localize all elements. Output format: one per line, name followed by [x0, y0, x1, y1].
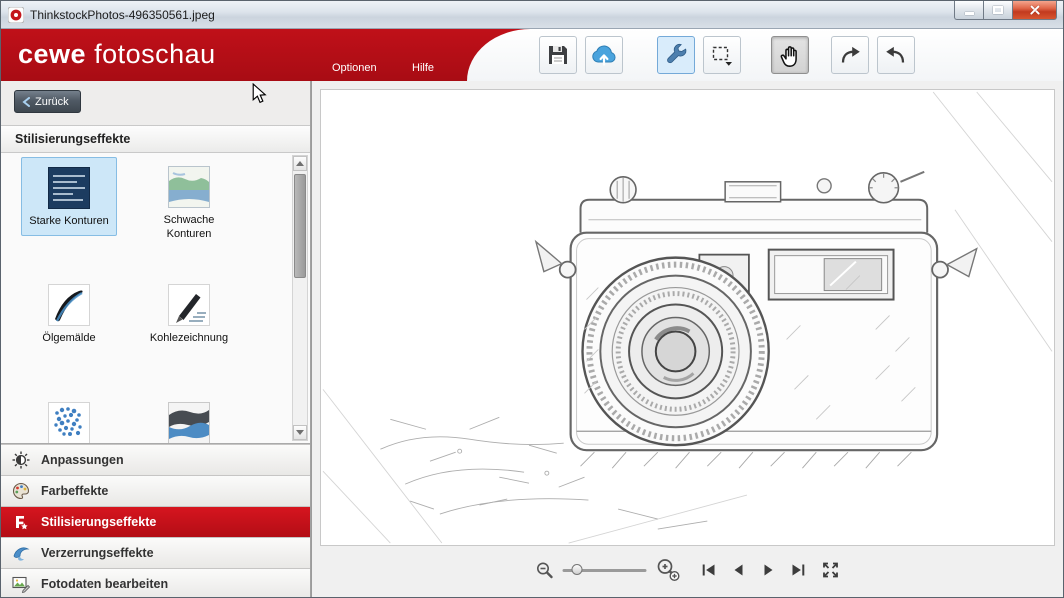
photo-sketch	[321, 90, 1054, 545]
close-icon	[1028, 4, 1041, 17]
window-title: ThinkstockPhotos-496350561.jpeg	[30, 8, 215, 22]
next-image-button[interactable]	[758, 560, 778, 580]
back-label: Zurück	[35, 96, 69, 108]
effect-label: Ölgemälde	[21, 332, 117, 352]
first-image-button[interactable]	[698, 560, 718, 580]
effect-tile-pointillism[interactable]	[21, 393, 117, 444]
category-label: Stilisierungseffekte	[41, 515, 156, 529]
selection-rectangle-icon	[710, 43, 734, 67]
wrench-icon	[664, 43, 688, 67]
category-label: Verzerrungseffekte	[41, 546, 154, 560]
tools-button[interactable]	[657, 36, 695, 74]
minimize-icon	[965, 12, 974, 15]
effect-tile-schwache-konturen[interactable]: Schwache Konturen	[141, 157, 237, 248]
wave-effect-icon	[167, 401, 211, 444]
viewer-controls	[533, 555, 842, 584]
cloud-upload-button[interactable]	[585, 36, 623, 74]
category-anpassungen[interactable]: Anpassungen	[1, 444, 310, 475]
menu-optionen[interactable]: Optionen	[332, 62, 377, 74]
redo-button[interactable]	[831, 36, 869, 74]
category-fotodaten-bearbeiten[interactable]: Fotodaten bearbeiten	[1, 568, 310, 598]
app-icon	[8, 7, 24, 23]
zoom-in-button[interactable]	[653, 555, 682, 584]
palette-icon	[10, 480, 32, 502]
curved-arrow-right-icon	[838, 43, 862, 67]
floppy-disk-icon	[546, 43, 570, 67]
scrollbar-down-arrow[interactable]	[293, 425, 307, 440]
effect-tile-wave[interactable]	[141, 393, 237, 444]
category-verzerrungseffekte[interactable]: Verzerrungseffekte	[1, 537, 310, 568]
fx-star-icon	[10, 511, 32, 533]
cloud-upload-icon	[591, 43, 617, 67]
weak-contours-effect-icon	[167, 165, 211, 209]
fullscreen-icon	[820, 560, 840, 580]
maximize-button[interactable]	[983, 1, 1012, 20]
maximize-icon	[993, 6, 1003, 14]
pointillism-effect-icon	[47, 401, 91, 444]
effect-label: Kohlezeichnung	[141, 332, 237, 352]
zoom-in-icon	[655, 557, 680, 582]
undo-button[interactable]	[877, 36, 915, 74]
fullscreen-button[interactable]	[818, 558, 842, 582]
effect-tile-oelgemaelde[interactable]: Ölgemälde	[21, 275, 117, 352]
effect-label: Starke Konturen	[22, 215, 116, 235]
triangle-down-icon	[296, 430, 304, 435]
next-icon	[760, 562, 776, 578]
scrollbar-thumb[interactable]	[294, 174, 306, 278]
previous-icon	[730, 562, 746, 578]
last-image-button[interactable]	[788, 560, 808, 580]
pan-tool-button[interactable]	[771, 36, 809, 74]
title-bar[interactable]: ThinkstockPhotos-496350561.jpeg	[1, 1, 1063, 29]
category-farbeffekte[interactable]: Farbeffekte	[1, 475, 310, 506]
curved-arrow-left-icon	[884, 43, 908, 67]
logo-bold: cewe	[18, 39, 86, 69]
photo-edit-icon	[10, 573, 32, 595]
category-stilisierungseffekte[interactable]: Stilisierungseffekte	[1, 506, 310, 537]
zoom-slider-handle[interactable]	[571, 564, 582, 575]
scrollbar-up-arrow[interactable]	[293, 156, 307, 171]
logo-light: fotoschau	[94, 39, 216, 69]
effects-scrollbar[interactable]	[292, 155, 308, 441]
app-logo: cewe fotoschau	[18, 39, 216, 70]
sun-adjustments-icon	[10, 449, 32, 471]
effect-tile-kohlezeichnung[interactable]: Kohlezeichnung	[141, 275, 237, 352]
zoom-out-icon	[535, 561, 553, 579]
distortion-icon	[10, 542, 32, 564]
oil-painting-effect-icon	[47, 283, 91, 327]
minimize-button[interactable]	[954, 1, 983, 20]
viewer-canvas	[311, 81, 1063, 597]
category-label: Anpassungen	[41, 453, 124, 467]
zoom-out-button[interactable]	[533, 559, 555, 581]
last-icon	[790, 562, 806, 578]
chevron-left-icon	[22, 97, 30, 107]
sidebar: Zurück Stilisierungseffekte Starke Kontu…	[1, 81, 311, 598]
save-button[interactable]	[539, 36, 577, 74]
window-controls	[954, 1, 1057, 20]
effect-tile-starke-konturen[interactable]: Starke Konturen	[21, 157, 117, 236]
back-button[interactable]: Zurück	[14, 90, 81, 113]
app-window: ThinkstockPhotos-496350561.jpeg cewe fot…	[0, 0, 1064, 598]
first-icon	[700, 562, 716, 578]
panel-title: Stilisierungseffekte	[1, 125, 310, 153]
effect-label: Schwache Konturen	[141, 214, 237, 248]
app-header: cewe fotoschau Optionen Hilfe	[1, 29, 1063, 81]
strong-contours-effect-icon	[47, 166, 91, 210]
zoom-slider[interactable]	[562, 563, 646, 577]
close-button[interactable]	[1012, 1, 1057, 20]
category-label: Fotodaten bearbeiten	[41, 577, 168, 591]
category-accordion: Anpassungen Farbeffekte Stilisierungseff…	[1, 444, 310, 598]
effects-list: Starke Konturen Schwache Konturen	[1, 153, 310, 444]
selection-tool-button[interactable]	[703, 36, 741, 74]
category-label: Farbeffekte	[41, 484, 108, 498]
photo-canvas[interactable]	[320, 89, 1055, 546]
menu-hilfe[interactable]: Hilfe	[412, 62, 434, 74]
charcoal-drawing-effect-icon	[167, 283, 211, 327]
hand-icon	[777, 42, 804, 69]
triangle-up-icon	[296, 161, 304, 166]
main-toolbar	[539, 36, 915, 74]
previous-image-button[interactable]	[728, 560, 748, 580]
